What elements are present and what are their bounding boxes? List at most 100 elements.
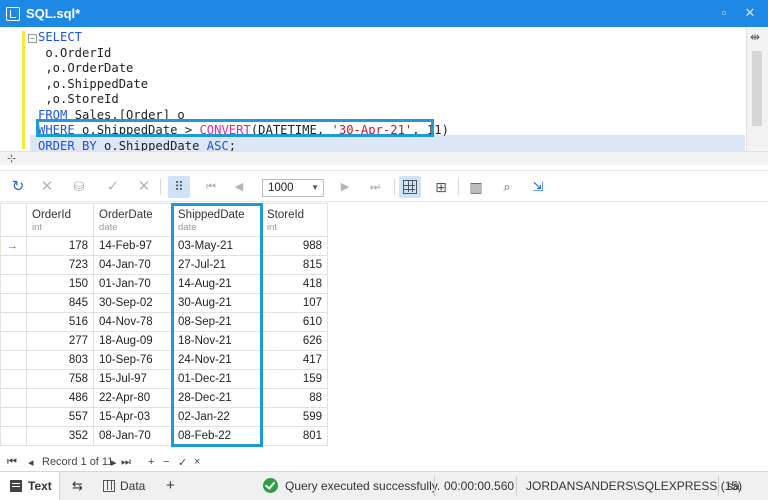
table-cell[interactable]: 01-Dec-21 (172, 369, 262, 389)
columns-icon[interactable]: ▥ (465, 176, 487, 198)
nav-accept-button[interactable]: ✓ (178, 456, 187, 469)
close-icon[interactable]: ✕ (742, 5, 758, 21)
table-cell[interactable]: 30-Aug-21 (172, 293, 262, 313)
table-cell[interactable]: 557 (26, 407, 94, 427)
apply-changes-icon[interactable]: ⛁ (68, 176, 90, 198)
table-cell[interactable]: 24-Nov-21 (172, 350, 262, 370)
swap-icon[interactable]: ⇆ (72, 478, 83, 494)
table-cell[interactable]: 845 (26, 293, 94, 313)
table-cell[interactable]: 418 (261, 274, 328, 294)
table-row[interactable]: 352 08-Jan-70 08-Feb-22 801 (0, 426, 328, 446)
table-cell[interactable]: 04-Jan-70 (93, 255, 173, 275)
nav-cancel-button[interactable]: × (194, 456, 200, 468)
table-row[interactable]: 803 10-Sep-76 24-Nov-21 417 (0, 350, 328, 370)
find-icon[interactable]: ⌕ (496, 176, 518, 198)
column-header-orderid[interactable]: OrderId int (26, 203, 94, 237)
table-row[interactable]: 723 04-Jan-70 27-Jul-21 815 (0, 255, 328, 275)
rollback-icon[interactable]: ✕ (133, 176, 155, 198)
table-cell[interactable]: 14-Aug-21 (172, 274, 262, 294)
table-cell[interactable]: 15-Jul-97 (93, 369, 173, 389)
editor-vertical-scrollbar[interactable] (746, 27, 768, 151)
fold-collapse-icon[interactable]: − (28, 34, 37, 43)
table-cell[interactable]: 18-Aug-09 (93, 331, 173, 351)
table-cell[interactable]: 277 (26, 331, 94, 351)
nav-remove-button[interactable]: − (163, 456, 169, 468)
maximize-icon[interactable]: ▫ (716, 5, 732, 21)
table-cell[interactable]: 486 (26, 388, 94, 408)
table-cell[interactable]: 626 (261, 331, 328, 351)
page-size-select[interactable]: 1000 ▼ (262, 179, 324, 197)
column-header-orderdate[interactable]: OrderDate date (93, 203, 173, 237)
table-cell[interactable]: 22-Apr-80 (93, 388, 173, 408)
table-cell[interactable]: 04-Nov-78 (93, 312, 173, 332)
table-cell[interactable]: 14-Feb-97 (93, 236, 173, 256)
table-cell[interactable]: 150 (26, 274, 94, 294)
table-cell[interactable]: 988 (261, 236, 328, 256)
table-cell[interactable]: 107 (261, 293, 328, 313)
table-row[interactable]: 516 04-Nov-78 08-Sep-21 610 (0, 312, 328, 332)
card-view-icon[interactable]: ⊞ (430, 176, 452, 198)
grid-view-icon[interactable] (399, 176, 421, 198)
table-row[interactable]: 845 30-Sep-02 30-Aug-21 107 (0, 293, 328, 313)
split-editor-icon[interactable]: ⇹ (750, 30, 760, 44)
table-cell[interactable]: 28-Dec-21 (172, 388, 262, 408)
refresh-icon[interactable]: ↻ (7, 176, 29, 198)
sql-line[interactable]: ,o.ShippedDate (38, 77, 148, 93)
table-row[interactable]: 486 22-Apr-80 28-Dec-21 88 (0, 388, 328, 408)
table-cell[interactable]: 08-Sep-21 (172, 312, 262, 332)
nav-last-button[interactable]: ⏭ (121, 456, 131, 469)
column-header-shippeddate[interactable]: ShippedDate date (172, 203, 262, 237)
prev-page-icon[interactable]: ◀ (228, 176, 250, 198)
table-cell[interactable]: 01-Jan-70 (93, 274, 173, 294)
table-row[interactable]: 150 01-Jan-70 14-Aug-21 418 (0, 274, 328, 294)
table-cell[interactable]: 30-Sep-02 (93, 293, 173, 313)
sql-line[interactable]: SELECT (38, 30, 82, 46)
table-cell[interactable]: 02-Jan-22 (172, 407, 262, 427)
table-cell[interactable]: 803 (26, 350, 94, 370)
tab-text[interactable]: Text (0, 472, 60, 500)
next-page-icon[interactable]: ▶ (334, 176, 356, 198)
table-row[interactable]: 277 18-Aug-09 18-Nov-21 626 (0, 331, 328, 351)
table-cell[interactable]: 758 (26, 369, 94, 389)
first-page-icon[interactable]: ⏮ (200, 176, 222, 198)
table-cell[interactable]: 08-Jan-70 (93, 426, 173, 446)
table-row[interactable]: → 178 14-Feb-97 03-May-21 988 (0, 236, 328, 256)
table-cell[interactable]: 610 (261, 312, 328, 332)
split-handle-icon[interactable]: ⊹ (7, 152, 16, 165)
table-row[interactable]: 557 15-Apr-03 02-Jan-22 599 (0, 407, 328, 427)
table-cell[interactable]: 15-Apr-03 (93, 407, 173, 427)
nav-first-button[interactable]: ⏮ (7, 456, 17, 469)
table-cell[interactable]: 88 (261, 388, 328, 408)
sql-line[interactable]: o.OrderId (38, 46, 111, 62)
nav-prev-button[interactable]: ◂ (28, 456, 34, 469)
tab-data[interactable]: Data (120, 479, 145, 493)
nav-next-button[interactable]: ▸ (111, 456, 117, 469)
sql-line[interactable]: ,o.OrderDate (38, 61, 133, 77)
table-cell[interactable]: 03-May-21 (172, 236, 262, 256)
table-cell[interactable]: 08-Feb-22 (172, 426, 262, 446)
table-cell[interactable]: 599 (261, 407, 328, 427)
sql-editor[interactable]: − SELECT o.OrderId ,o.OrderDate ,o.Shipp… (0, 27, 768, 153)
table-row[interactable]: 758 15-Jul-97 01-Dec-21 159 (0, 369, 328, 389)
nav-add-button[interactable]: + (148, 456, 154, 468)
column-header-storeid[interactable]: StoreId int (261, 203, 328, 237)
table-cell[interactable]: 178 (26, 236, 94, 256)
last-page-icon[interactable]: ⏭ (364, 176, 386, 198)
table-cell[interactable]: 417 (261, 350, 328, 370)
sql-line[interactable]: ,o.StoreId (38, 92, 118, 108)
add-tab-button[interactable]: + (166, 477, 175, 494)
export-icon[interactable]: ⇲ (527, 176, 549, 198)
table-cell[interactable]: 516 (26, 312, 94, 332)
table-cell[interactable]: 18-Nov-21 (172, 331, 262, 351)
scrollbar-thumb[interactable] (752, 51, 762, 126)
fetch-all-icon[interactable]: ⠿ (168, 176, 190, 198)
table-cell[interactable]: 801 (261, 426, 328, 446)
table-cell[interactable]: 27-Jul-21 (172, 255, 262, 275)
commit-icon[interactable]: ✓ (102, 176, 124, 198)
table-cell[interactable]: 10-Sep-76 (93, 350, 173, 370)
table-cell[interactable]: 723 (26, 255, 94, 275)
cancel-query-icon[interactable]: ✕ (36, 176, 58, 198)
editor-horizontal-scrollbar[interactable]: ⊹ (0, 151, 768, 165)
table-cell[interactable]: 159 (261, 369, 328, 389)
table-cell[interactable]: 352 (26, 426, 94, 446)
